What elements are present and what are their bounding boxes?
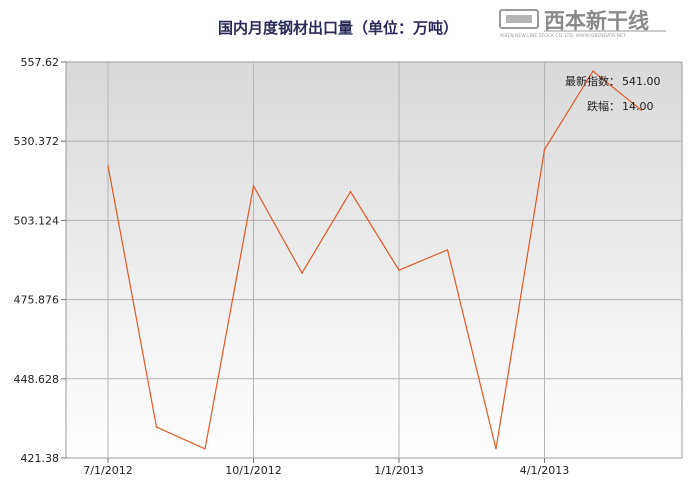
plot-area	[65, 61, 683, 459]
x-tick-label: 7/1/2012	[83, 464, 132, 477]
chart: 国内月度钢材出口量（单位：万吨） 西本新干线 XIBEN NEW LINE ST…	[14, 8, 683, 477]
y-axis-ticks: 421.38 448.628 475.876 503.124 530.372 557.62	[14, 56, 66, 465]
logo-emblem-icon	[499, 9, 539, 29]
data-point	[592, 70, 594, 72]
y-tick-label: 530.372	[14, 135, 60, 148]
data-point	[398, 269, 400, 271]
y-tick-label: 448.628	[14, 373, 60, 386]
data-point	[543, 148, 546, 151]
data-point	[204, 448, 206, 450]
logo-brand: 西本新干线	[544, 8, 649, 33]
y-tick-label: 475.876	[14, 294, 60, 307]
y-tick-label: 503.124	[14, 214, 60, 227]
chart-stage: 国内月度钢材出口量（单位：万吨） 西本新干线 XIBEN NEW LINE ST…	[0, 0, 696, 490]
data-point	[349, 191, 352, 193]
data-point	[107, 164, 109, 167]
y-tick-label: 557.62	[21, 56, 60, 69]
x-tick-label: 10/1/2012	[225, 464, 281, 477]
data-point	[155, 426, 158, 428]
x-tick-label: 4/1/2013	[520, 464, 569, 477]
data-point	[446, 249, 449, 251]
data-point	[301, 272, 303, 274]
brand-logo: 西本新干线 XIBEN NEW LINE STOCK CO.,LTD. WWW.…	[499, 8, 666, 39]
change-label: 跌幅：	[587, 99, 620, 113]
chart-title: 国内月度钢材出口量（单位：万吨）	[218, 19, 458, 37]
logo-tagline: XIBEN NEW LINE STOCK CO.,LTD. WWW.XIBEND…	[500, 33, 626, 39]
x-axis-ticks: 7/1/2012 10/1/2012 1/1/2013 4/1/2013	[83, 458, 569, 477]
x-tick-label: 1/1/2013	[374, 464, 423, 477]
change-value: 14.00	[622, 100, 654, 113]
data-point	[495, 448, 497, 450]
latest-index-label: 最新指数：	[565, 74, 620, 88]
latest-index-value: 541.00	[622, 75, 661, 88]
data-point	[252, 185, 255, 187]
y-tick-label: 421.38	[21, 452, 60, 465]
